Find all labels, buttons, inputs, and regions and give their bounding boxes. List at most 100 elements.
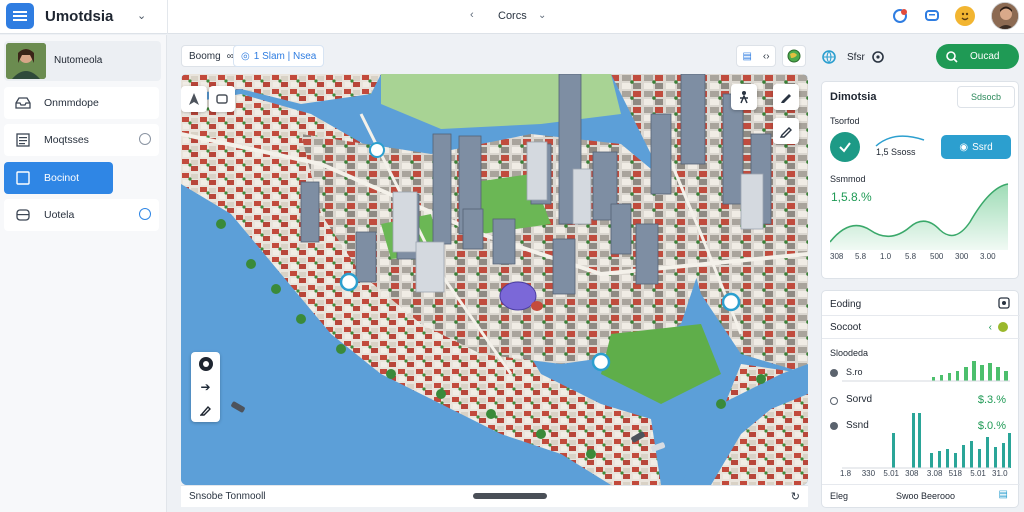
range-text: 1,5 Ssoss bbox=[876, 147, 916, 157]
view-toggle[interactable]: ▤ ‹› bbox=[736, 45, 776, 67]
pencil-icon[interactable] bbox=[191, 398, 220, 421]
path-chip[interactable]: ◎ 1 Slam | Nsea bbox=[233, 45, 325, 67]
check-badge[interactable] bbox=[830, 132, 860, 162]
grid-icon[interactable]: ▤ bbox=[742, 51, 751, 62]
emoji-icon[interactable] bbox=[955, 6, 975, 26]
draw-button[interactable] bbox=[731, 84, 757, 110]
chat-icon[interactable] bbox=[922, 6, 942, 26]
info-icon[interactable] bbox=[139, 208, 151, 220]
overview-card: Dimotsia Sdsocb Tsorfod 1,5 Ssoss ◉ Ssrd… bbox=[821, 81, 1019, 279]
refresh-icon[interactable]: ↻ bbox=[791, 490, 800, 503]
folder-icon bbox=[15, 171, 31, 185]
chevron-left-icon[interactable]: ‹ bbox=[989, 322, 992, 333]
status-dot-icon bbox=[998, 322, 1008, 332]
footer-left-label: Eleg bbox=[830, 491, 849, 501]
drawer-handle[interactable] bbox=[473, 493, 547, 499]
back-arrow-icon[interactable]: ‹ bbox=[470, 9, 474, 21]
sidebar-item-1[interactable]: Moqtsses bbox=[4, 124, 159, 156]
axis-tick-label: 330 bbox=[861, 469, 876, 478]
bullet-icon bbox=[830, 397, 838, 405]
sidebar: Nutomeola Onmmdope Moqtsses Bocinot Uote… bbox=[0, 35, 167, 512]
axis-tick-label: 518 bbox=[948, 469, 962, 478]
chevron-down-icon[interactable]: ⌄ bbox=[538, 10, 546, 21]
axis-tick-label: 308 bbox=[905, 469, 919, 478]
axis-tick-label: 300 bbox=[955, 252, 969, 261]
axis-tick-label: 5.01 bbox=[883, 469, 899, 478]
top-bar: Umotdsia ⌄ ‹ Corcs ⌄ bbox=[0, 0, 1024, 34]
map-footer: Snsobe Tonmooll ↻ bbox=[181, 485, 808, 507]
layer-chip-label: Boomg bbox=[189, 50, 221, 62]
chevron-down-icon[interactable]: ⌄ bbox=[137, 9, 146, 22]
sidebar-item-label: Uotela bbox=[44, 209, 75, 221]
axis-tick-label: 500 bbox=[930, 252, 944, 261]
share-icon[interactable]: ▤ bbox=[999, 489, 1008, 500]
city-map[interactable]: ➔ bbox=[181, 74, 808, 485]
card-search[interactable]: Sdsocb bbox=[957, 86, 1015, 108]
axis-tick-label: 1.8 bbox=[840, 469, 852, 478]
area-chart bbox=[830, 183, 1009, 250]
profile-card[interactable]: Nutomeola bbox=[4, 41, 161, 81]
center-title[interactable]: Corcs bbox=[498, 10, 527, 22]
hamburger-icon bbox=[13, 11, 27, 21]
sidebar-item-0[interactable]: Onmmdope bbox=[4, 87, 159, 119]
person-walk-icon bbox=[740, 91, 748, 104]
list-icon bbox=[15, 133, 31, 147]
axis-tick-label: 3.08 bbox=[926, 469, 943, 478]
map-tool-column: ➔ bbox=[191, 352, 220, 422]
divider bbox=[822, 484, 1020, 485]
storage-icon bbox=[15, 208, 31, 222]
footer-mid-label: Swoo Beerooo bbox=[896, 491, 956, 501]
path-chip-label: 1 Slam | Nsea bbox=[253, 50, 317, 62]
axis-tick-label: 1.0 bbox=[880, 252, 892, 261]
card-subtitle: Tsorfod bbox=[830, 116, 860, 126]
axis-tick-label: 5.01 bbox=[970, 469, 986, 478]
sidebar-item-label: Bocinot bbox=[44, 172, 80, 184]
location-icon: ◎ bbox=[241, 50, 250, 62]
globe-icon bbox=[787, 49, 801, 63]
menu-button[interactable] bbox=[6, 3, 34, 29]
row-label: Socoot bbox=[830, 322, 862, 333]
bullet-icon bbox=[830, 369, 838, 377]
map-footer-text: Snsobe Tonmooll bbox=[189, 491, 266, 502]
pen-button[interactable] bbox=[773, 84, 799, 110]
sidebar-item-3[interactable]: Uotela bbox=[4, 199, 159, 231]
bullet-icon bbox=[830, 422, 838, 430]
user-avatar[interactable] bbox=[991, 2, 1019, 30]
axis-tick-label: 3.00 bbox=[980, 252, 996, 261]
divider bbox=[822, 338, 1020, 339]
pen-icon bbox=[781, 94, 791, 103]
search-icon bbox=[946, 50, 958, 63]
right-header-label: Sfsr bbox=[847, 52, 865, 63]
sidebar-item-label: Onmmdope bbox=[44, 97, 99, 109]
edit-button[interactable] bbox=[773, 118, 799, 144]
axis-tick-label: 31.0 bbox=[992, 469, 1008, 478]
inbox-icon bbox=[15, 96, 31, 110]
filter-icon: ◉ bbox=[959, 141, 969, 153]
profile-name: Nutomeola bbox=[54, 55, 103, 66]
divider bbox=[167, 0, 168, 34]
bar-chart bbox=[842, 361, 1011, 469]
target-icon[interactable] bbox=[191, 352, 220, 375]
globe-button[interactable] bbox=[782, 45, 806, 67]
axis-tick-label: 5.8 bbox=[855, 252, 867, 261]
axis-tick-label: 5.8 bbox=[905, 252, 917, 261]
map-canvas[interactable] bbox=[181, 74, 808, 485]
check-icon bbox=[839, 142, 851, 153]
sidebar-item-2[interactable]: Bocinot bbox=[4, 162, 113, 194]
map-toolbar: Boomg ∞ ◎ 1 Slam | Nsea ▤ ‹› bbox=[175, 42, 810, 70]
radio-icon[interactable] bbox=[139, 133, 151, 145]
layers-icon bbox=[216, 94, 228, 104]
divider bbox=[822, 315, 1020, 316]
pill-button[interactable]: ◉ Ssrd bbox=[941, 135, 1011, 159]
expand-icon[interactable]: ‹› bbox=[763, 51, 770, 62]
settings-icon[interactable] bbox=[871, 50, 885, 67]
stats-card: Eoding Socoot ‹ Sloodeda S.ro Sorvd $.3.… bbox=[821, 290, 1020, 508]
notification-icon[interactable] bbox=[890, 6, 910, 26]
export-icon[interactable] bbox=[998, 297, 1010, 312]
arrow-right-icon[interactable]: ➔ bbox=[191, 375, 220, 398]
pill-button-label: Ssrd bbox=[972, 141, 993, 153]
layers-button[interactable] bbox=[209, 86, 235, 112]
globe-icon[interactable] bbox=[822, 50, 836, 67]
compass-button[interactable] bbox=[181, 86, 207, 112]
primary-action-button[interactable]: Oucad bbox=[936, 44, 1019, 69]
